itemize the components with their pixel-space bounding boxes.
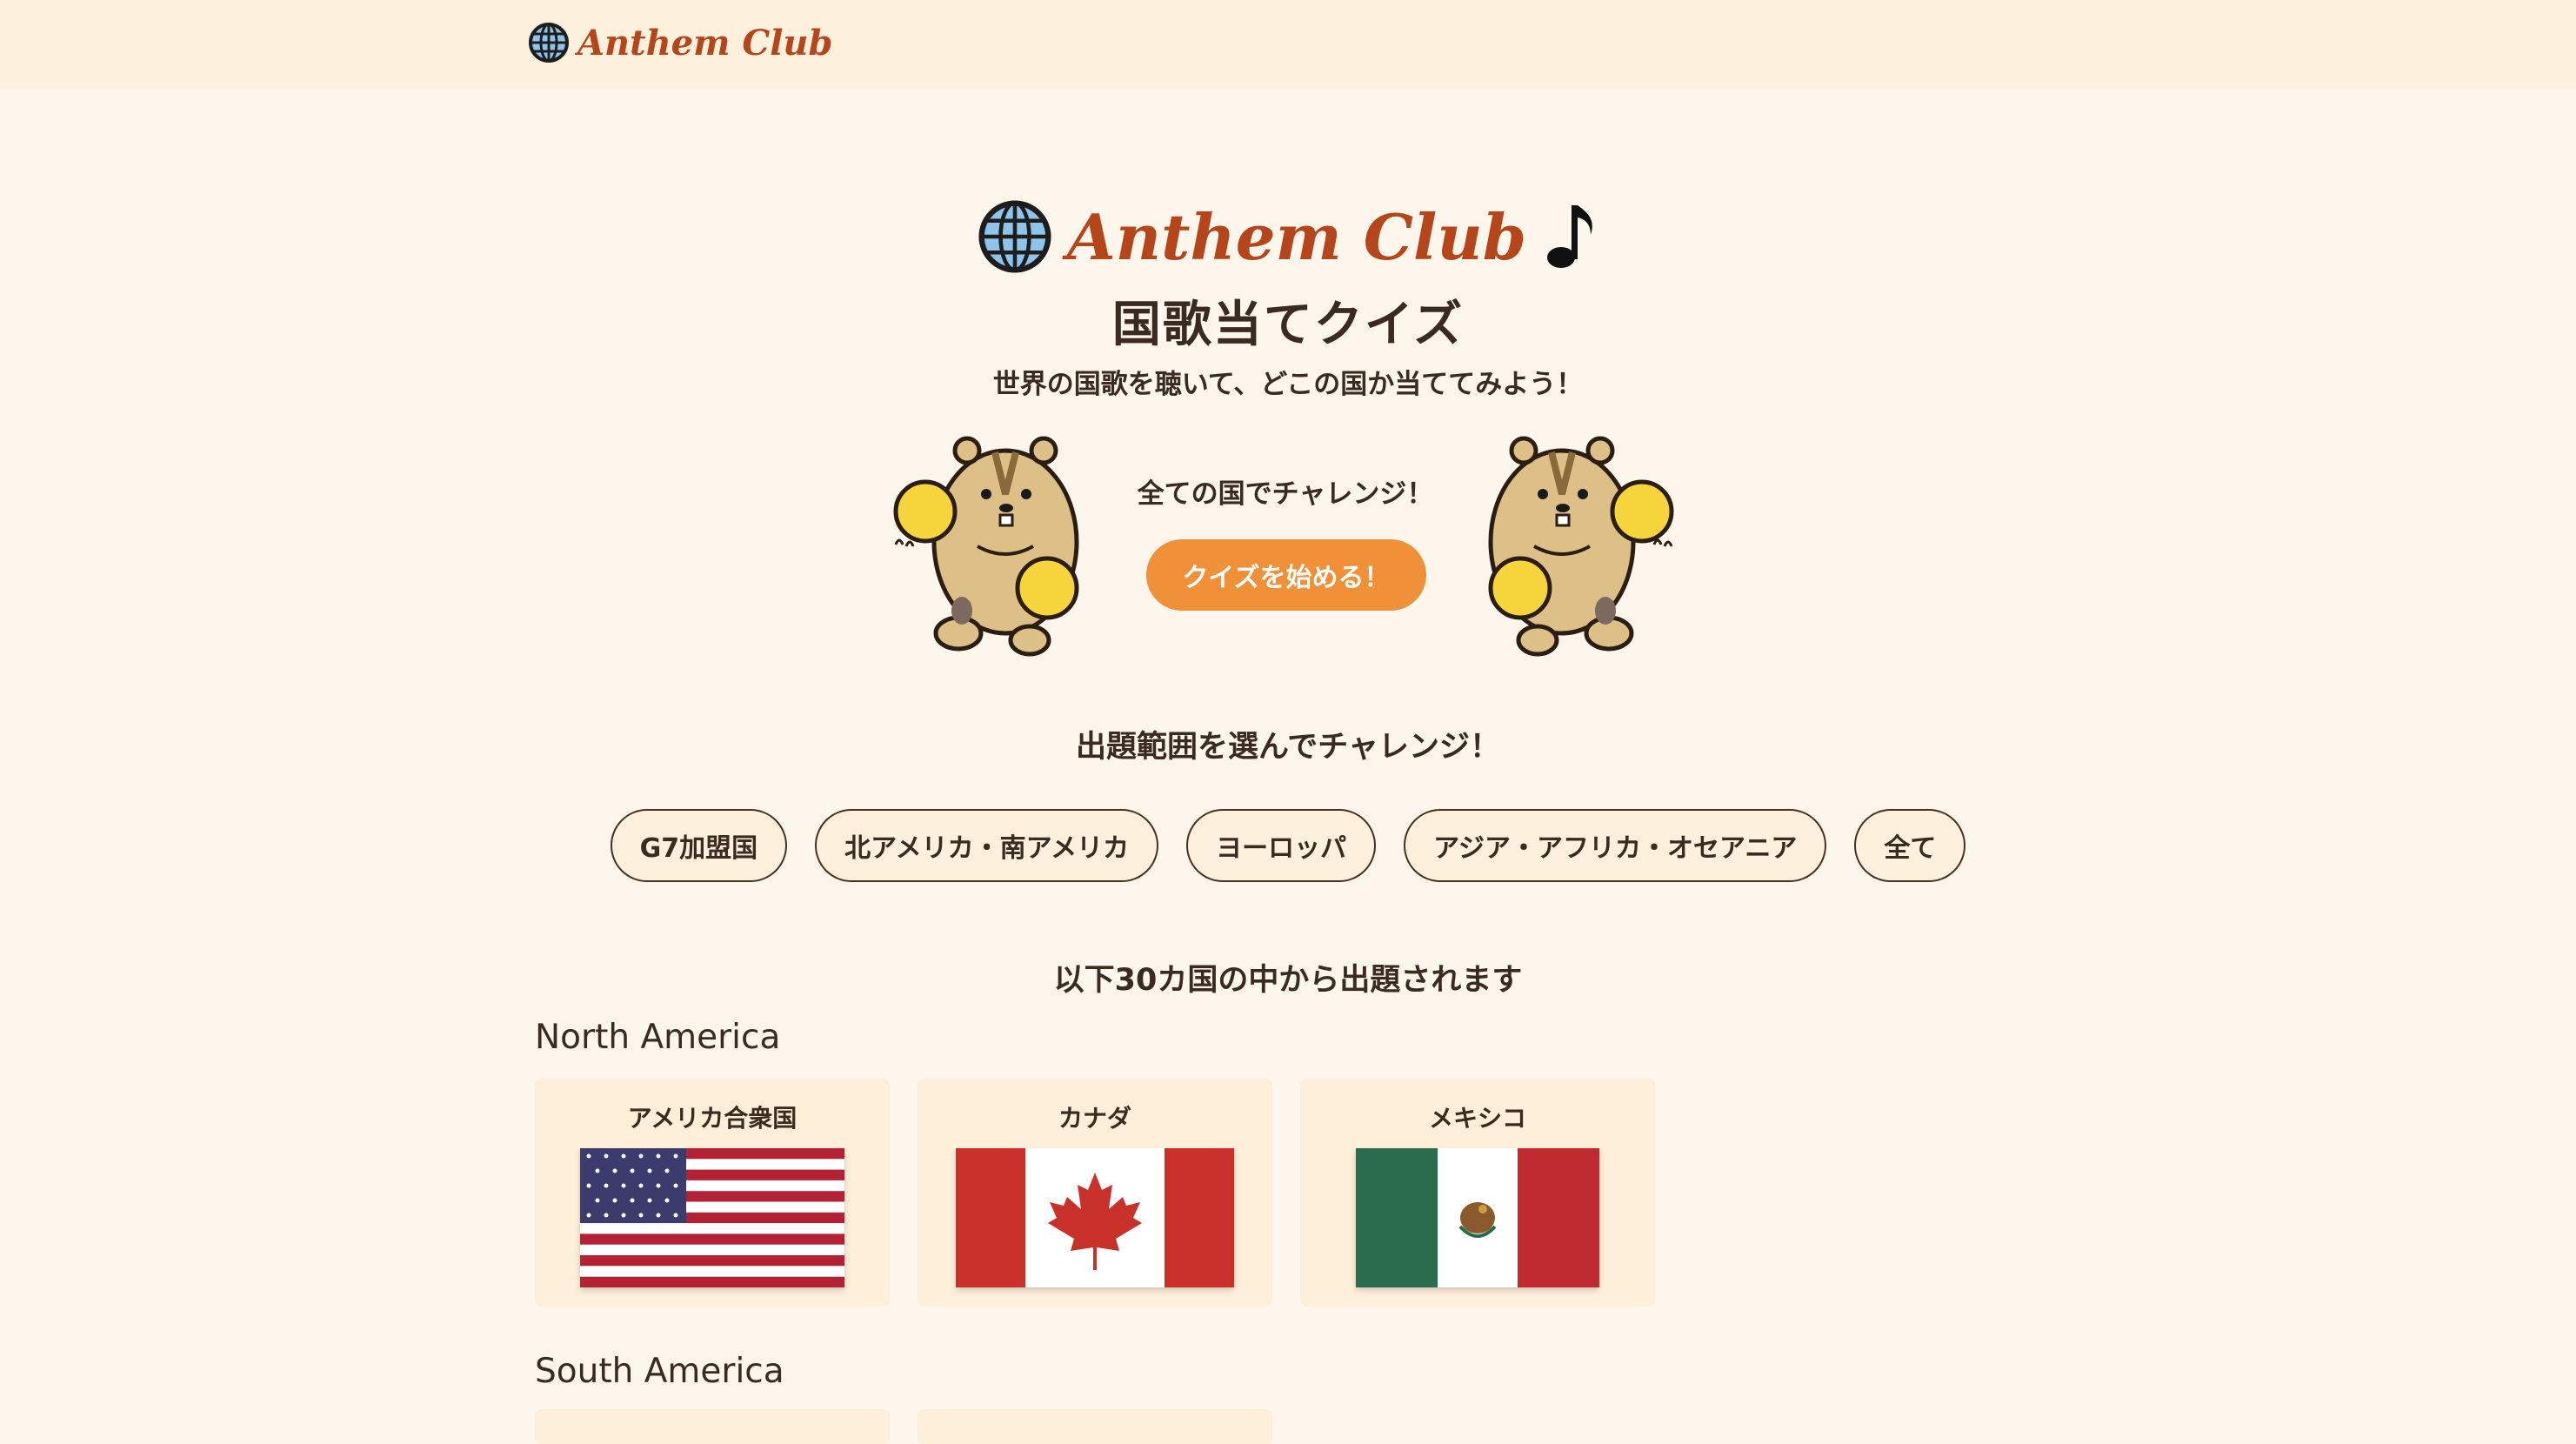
hero-title: Anthem Club xyxy=(0,193,2576,280)
us-flag-icon xyxy=(580,1148,844,1287)
region-heading-north-america: North America xyxy=(535,1018,781,1057)
hero-title-text: Anthem Club xyxy=(1066,199,1527,274)
country-card[interactable] xyxy=(918,1409,1272,1444)
header-brand-text: Anthem Club xyxy=(577,22,833,64)
range-title: 出題範囲を選んでチャレンジ！ xyxy=(1076,730,1500,765)
header-brand-link[interactable]: Anthem Club xyxy=(529,19,832,66)
top-header: Anthem Club xyxy=(0,0,2576,89)
canada-flag-icon xyxy=(956,1148,1234,1287)
country-name: アメリカ合衆国 xyxy=(627,1104,797,1133)
country-card[interactable] xyxy=(535,1409,890,1444)
range-option-all[interactable]: 全て xyxy=(1854,809,1966,882)
range-options: G7加盟国 北アメリカ・南アメリカ ヨーロッパ アジア・アフリカ・オセアニア 全… xyxy=(0,809,2576,882)
country-card-usa[interactable]: アメリカ合衆国 xyxy=(535,1079,890,1307)
hero-lead: 世界の国歌を聴いて、どこの国か当ててみよう！ xyxy=(992,369,1584,400)
country-card-canada[interactable]: カナダ xyxy=(918,1079,1272,1307)
chipmunk-mascot-icon xyxy=(893,436,1079,657)
range-option-g7[interactable]: G7加盟国 xyxy=(610,809,788,882)
music-note-icon xyxy=(1547,205,1592,268)
start-quiz-button[interactable]: クイズを始める！ xyxy=(1146,539,1426,611)
country-name: カナダ xyxy=(1058,1104,1131,1133)
country-count-text: 以下30カ国の中から出題されます xyxy=(1053,963,1523,998)
chipmunk-mascot-icon xyxy=(1488,436,1674,657)
country-name: メキシコ xyxy=(1428,1104,1526,1133)
range-option-americas[interactable]: 北アメリカ・南アメリカ xyxy=(815,809,1159,882)
range-option-europe[interactable]: ヨーロッパ xyxy=(1186,809,1377,882)
mexico-flag-icon xyxy=(1356,1148,1599,1287)
challenge-all-text: 全ての国でチャレンジ！ xyxy=(1137,478,1434,510)
region-heading-south-america: South America xyxy=(535,1352,784,1391)
range-option-asia-africa-oceania[interactable]: アジア・アフリカ・オセアニア xyxy=(1404,809,1827,882)
hero-subtitle: 国歌当てクイズ xyxy=(1111,296,1465,353)
globe-icon xyxy=(529,23,569,63)
country-card-mexico[interactable]: メキシコ xyxy=(1300,1079,1655,1307)
globe-icon xyxy=(978,200,1051,273)
